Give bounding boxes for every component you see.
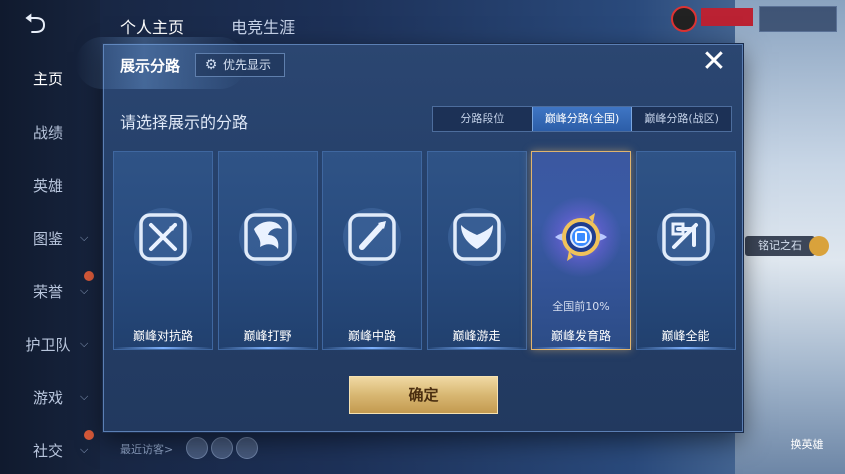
crossed-swords-icon: [133, 207, 193, 267]
lane-card[interactable]: 全国前10% 巅峰发育路: [531, 151, 631, 350]
lane-card[interactable]: 巅峰对抗路: [113, 151, 213, 350]
status-badge: [701, 8, 753, 26]
lane-label: 巅峰游走: [452, 329, 501, 343]
staff-icon: [342, 207, 402, 267]
priority-display-label: 优先显示: [223, 58, 272, 72]
dialog-title: 展示分路: [120, 57, 181, 75]
lane-label: 巅峰中路: [347, 329, 396, 343]
priority-display-button[interactable]: ⚙ 优先显示: [195, 53, 285, 77]
tab-esports-career[interactable]: 电竞生涯: [231, 18, 295, 37]
confirm-button[interactable]: 确定: [349, 376, 498, 414]
visitor-avatar-icon[interactable]: [186, 437, 208, 459]
wings-icon: [447, 207, 507, 267]
notification-dot: [84, 430, 94, 440]
gear-icon: ⚙: [204, 57, 218, 73]
sidebar-item[interactable]: 战绩: [0, 122, 96, 143]
sidebar-item[interactable]: 英雄: [0, 175, 96, 196]
close-icon[interactable]: ✕: [700, 47, 728, 77]
chevron-down-icon[interactable]: ⌵: [80, 231, 88, 245]
card-divider: [532, 347, 630, 349]
lane-label: 巅峰发育路: [550, 329, 611, 343]
notification-dot: [84, 271, 94, 281]
lane-label: 巅峰打野: [243, 329, 292, 343]
top-tabs: 个人主页 电竞生涯: [120, 14, 337, 38]
card-divider: [427, 347, 526, 349]
card-divider: [114, 347, 212, 349]
lane-segment-control: 分路段位 巅峰分路(全国) 巅峰分路(战区): [432, 106, 732, 132]
all-round-icon: [656, 207, 716, 267]
change-hero-button[interactable]: 换英雄: [777, 436, 837, 466]
card-divider: [323, 347, 421, 349]
back-icon[interactable]: ⮌: [24, 10, 70, 38]
dialog-subtitle: 请选择展示的分路: [120, 113, 249, 132]
card-divider: [218, 347, 317, 349]
chevron-down-icon[interactable]: ⌵: [80, 390, 88, 404]
chevron-down-icon[interactable]: ⌵: [80, 443, 88, 457]
visitor-avatar-icon[interactable]: [211, 437, 233, 459]
lane-label: 巅峰对抗路: [132, 329, 193, 343]
lane-card[interactable]: 巅峰中路: [322, 151, 422, 350]
gold-coin-icon: [809, 236, 829, 256]
right-chip[interactable]: 铭记之石: [745, 236, 815, 256]
lane-label: 巅峰全能: [661, 329, 710, 343]
rank-percentile: 全国前10%: [552, 300, 610, 313]
visitor-avatar-icon[interactable]: [236, 437, 258, 459]
card-divider: [636, 347, 735, 349]
segment-tab[interactable]: 分路段位: [433, 107, 532, 131]
dragon-icon: [238, 207, 298, 267]
lane-card[interactable]: 巅峰打野: [217, 151, 318, 350]
chevron-down-icon[interactable]: ⌵: [80, 337, 88, 351]
lane-card[interactable]: 巅峰游走: [426, 151, 527, 350]
lane-card[interactable]: 巅峰全能: [635, 151, 736, 350]
segment-tab[interactable]: 巅峰分路(战区): [632, 107, 731, 131]
rank-medal-icon: [551, 207, 611, 267]
chevron-down-icon[interactable]: ⌵: [80, 284, 88, 298]
segment-tab[interactable]: 巅峰分路(全国): [531, 107, 633, 131]
tab-personal-home[interactable]: 个人主页: [120, 18, 184, 37]
top-right-area: [671, 6, 837, 32]
avatar[interactable]: [671, 6, 697, 32]
top-right-button[interactable]: [759, 6, 837, 32]
lane-display-dialog: 展示分路 ⚙ 优先显示 ✕ 请选择展示的分路 分路段位 巅峰分路(全国) 巅峰分路(…: [76, 37, 743, 432]
recent-visitors-label[interactable]: 最近访客>: [120, 441, 173, 457]
